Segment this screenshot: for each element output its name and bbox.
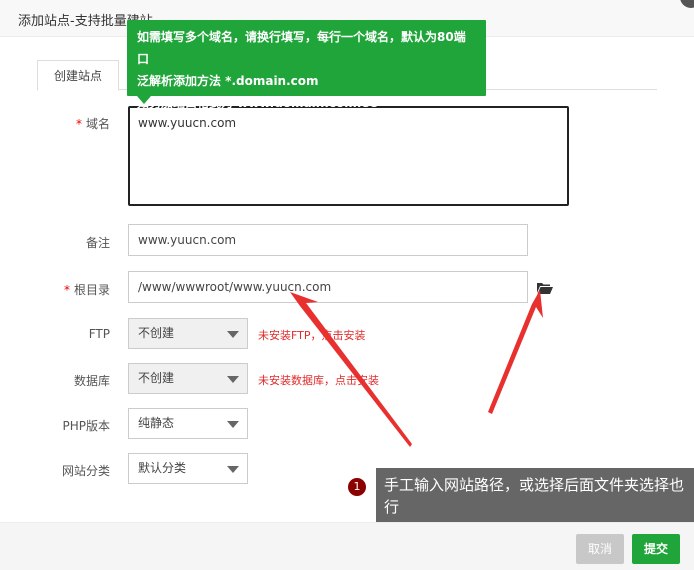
database-install-link[interactable]: 未安装数据库，点击安装 — [258, 372, 379, 388]
tab-create-site[interactable]: 创建站点 — [37, 60, 119, 91]
annotation-number-badge: 1 — [348, 478, 366, 496]
ftp-install-link[interactable]: 未安装FTP，点击安装 — [258, 327, 366, 343]
domain-label: * 域名 — [75, 117, 110, 131]
domain-textarea[interactable]: www.yuucn.com — [128, 106, 569, 206]
domain-help-tooltip: 如需填写多个域名，请换行填写，每行一个域名，默认为80端口 泛解析添加方法 *.… — [127, 20, 486, 110]
chevron-down-icon — [227, 421, 239, 428]
folder-open-icon[interactable] — [537, 282, 553, 294]
tooltip-line: 如另加端口格式为 www.domain.com:88 — [137, 96, 379, 110]
root-path-input[interactable]: /www/wwwroot/www.yuucn.com — [128, 271, 528, 303]
ftp-label: FTP — [88, 327, 110, 341]
tooltip-notch — [137, 96, 151, 104]
php-version-select[interactable]: 纯静态 — [128, 408, 248, 439]
chevron-down-icon — [227, 376, 239, 383]
database-label: 数据库 — [73, 374, 110, 388]
tooltip-line: 泛解析添加方法 *.domain.com — [137, 74, 319, 88]
root-label: * 根目录 — [63, 283, 110, 297]
category-label: 网站分类 — [61, 464, 110, 478]
category-select[interactable]: 默认分类 — [128, 453, 248, 484]
ftp-select[interactable]: 不创建 — [128, 318, 248, 349]
remark-label: 备注 — [85, 236, 110, 250]
tooltip-line: 如需填写多个域名，请换行填写，每行一个域名，默认为80端口 — [137, 30, 466, 66]
close-icon[interactable] — [680, 0, 694, 8]
annotation-hint: 手工输入网站路径，或选择后面文件夹选择也行 — [376, 468, 694, 523]
php-version-label: PHP版本 — [62, 419, 111, 433]
chevron-down-icon — [227, 466, 239, 473]
cancel-button[interactable]: 取消 — [576, 534, 624, 564]
chevron-down-icon — [227, 331, 239, 338]
database-select[interactable]: 不创建 — [128, 363, 248, 394]
submit-button[interactable]: 提交 — [632, 534, 680, 564]
remark-input[interactable]: www.yuucn.com — [128, 224, 528, 256]
